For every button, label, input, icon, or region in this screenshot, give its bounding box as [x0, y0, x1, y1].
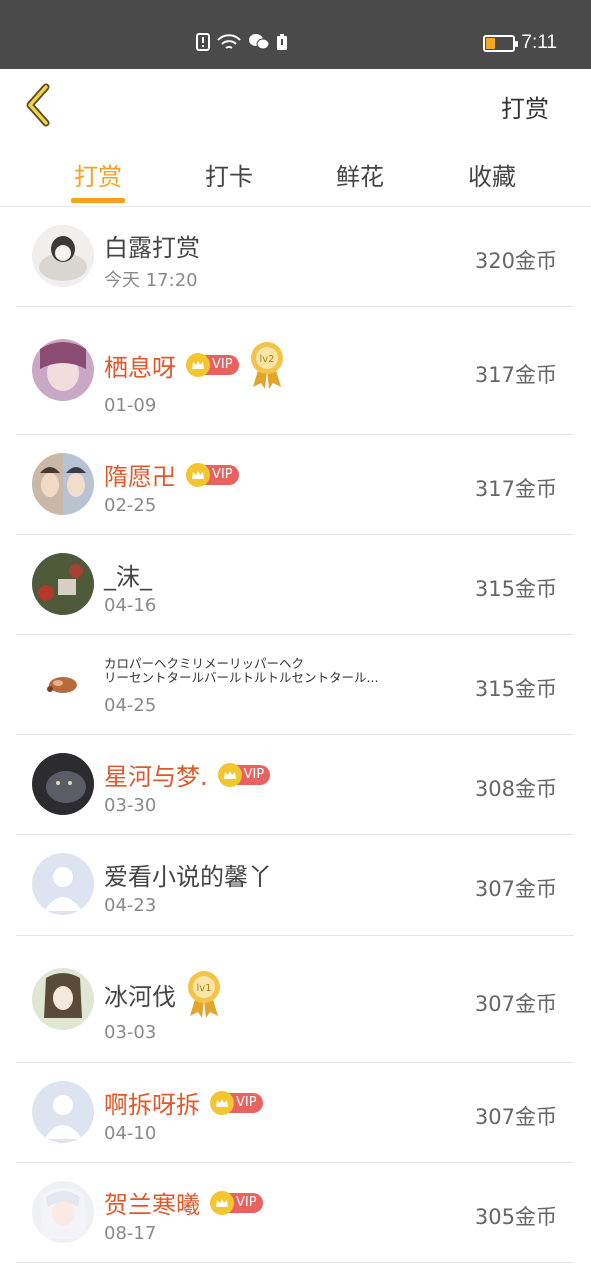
header: 打赏	[0, 69, 591, 141]
medal-lv2-icon: lv2	[249, 341, 285, 389]
user-name: 爱看小说的馨丫	[104, 863, 272, 891]
tab-flowers[interactable]: 鲜花	[315, 157, 405, 192]
user-name: 白露打赏	[104, 234, 200, 262]
tab-bar: 打赏 打卡 鲜花 收藏	[0, 141, 591, 207]
avatar	[32, 753, 94, 815]
battery-saver-icon	[276, 33, 288, 56]
user-name-row: 冰河伐 lv1	[104, 970, 222, 1018]
chevron-left-icon	[26, 83, 50, 127]
reward-amount: 317金币	[474, 477, 557, 501]
back-button[interactable]	[22, 83, 58, 127]
reward-date: 04-25	[104, 695, 157, 716]
reward-date: 08-17	[104, 1223, 157, 1244]
crown-icon	[186, 353, 210, 377]
avatar	[32, 339, 94, 401]
user-name: 隋愿卍	[104, 463, 176, 491]
list-item[interactable]: 爱看小说的馨丫 04-23 307金币	[16, 835, 574, 936]
user-name-row: 星河与梦. VIP	[104, 757, 271, 792]
user-name-row: 贺兰寒曦 VIP	[104, 1185, 263, 1220]
reward-amount: 307金币	[474, 992, 557, 1016]
reward-date: 04-16	[104, 595, 157, 616]
reward-amount: 315金币	[474, 677, 557, 701]
reward-amount: 320金币	[474, 249, 557, 273]
avatar	[32, 225, 94, 287]
wechat-icon	[248, 33, 270, 56]
vip-badge: VIP	[210, 1190, 263, 1215]
user-name: 星河与梦.	[104, 763, 208, 791]
user-name: _沫_	[104, 563, 152, 591]
avatar	[32, 653, 94, 715]
crown-icon	[210, 1190, 234, 1215]
user-name-row: 隋愿卍 VIP	[104, 457, 239, 492]
page-title[interactable]: 打赏	[501, 89, 549, 124]
reward-date: 04-10	[104, 1123, 157, 1144]
list-item[interactable]: 贺兰寒曦 VIP 08-17 305金币	[16, 1163, 574, 1263]
clock: 7:11	[521, 32, 557, 53]
user-name: 啊拆呀拆	[104, 1091, 200, 1119]
list-item[interactable]: カロパーヘクミリメーリッパーヘク リーセントタールバールトルトルセントタール..…	[16, 635, 574, 735]
user-name: 冰河伐	[104, 982, 176, 1011]
vip-badge: VIP	[217, 762, 271, 787]
list-item[interactable]: 星河与梦. VIP 03-30 308金币	[16, 735, 574, 835]
vip-badge: VIP	[210, 1090, 263, 1115]
vip-badge: VIP	[186, 462, 239, 487]
list-item[interactable]: 冰河伐 lv1 03-03 307金币	[16, 936, 574, 1063]
vip-badge: VIP	[186, 353, 239, 377]
reward-date: 03-30	[104, 795, 157, 816]
reward-amount: 315金币	[474, 577, 557, 601]
reward-date: 04-23	[104, 895, 157, 916]
reward-amount: 307金币	[474, 877, 557, 901]
user-name-row: 栖息呀 VIP lv2	[104, 341, 285, 389]
crown-icon	[210, 1090, 234, 1115]
avatar	[32, 853, 94, 915]
tab-favorites[interactable]: 收藏	[447, 157, 537, 192]
alert-icon	[196, 33, 210, 56]
medal-lv1-icon: lv1	[186, 970, 222, 1018]
status-right: 7:11	[483, 32, 557, 54]
user-name: 贺兰寒曦	[104, 1191, 200, 1219]
list-item[interactable]: 栖息呀 VIP lv2 01-09 317金币	[16, 307, 574, 435]
avatar	[32, 1181, 94, 1243]
user-name: カロパーヘクミリメーリッパーヘク リーセントタールバールトルトルセントタール..…	[104, 656, 379, 685]
reward-date: 02-25	[104, 495, 157, 516]
crown-icon	[217, 762, 242, 787]
user-name-row: 啊拆呀拆 VIP	[104, 1085, 263, 1120]
avatar	[32, 453, 94, 515]
user-name: 栖息呀	[104, 353, 176, 382]
status-bar: 7:11	[0, 0, 591, 69]
wifi-icon	[216, 33, 242, 56]
reward-date: 01-09	[104, 395, 157, 416]
crown-icon	[186, 462, 210, 487]
list-item[interactable]: 啊拆呀拆 VIP 04-10 307金币	[16, 1063, 574, 1163]
avatar	[32, 1081, 94, 1143]
tab-reward[interactable]: 打赏	[53, 157, 143, 192]
avatar	[32, 968, 94, 1030]
reward-date: 03-03	[104, 1022, 157, 1043]
list-item[interactable]: 隋愿卍 VIP 02-25 317金币	[16, 435, 574, 535]
tab-active-indicator	[71, 198, 125, 203]
avatar	[32, 553, 94, 615]
tab-checkin[interactable]: 打卡	[184, 157, 274, 192]
svg-text:lv1: lv1	[196, 983, 211, 994]
list-item[interactable]: _沫_ 04-16 315金币	[16, 535, 574, 635]
reward-amount: 307金币	[474, 1105, 557, 1129]
battery-icon	[483, 34, 519, 52]
status-icons	[196, 33, 288, 56]
reward-amount: 317金币	[474, 363, 557, 387]
list-item[interactable]: 白露打赏 今天 17:20 320金币	[16, 208, 574, 307]
svg-text:lv2: lv2	[259, 354, 274, 365]
reward-amount: 308金币	[474, 777, 557, 801]
reward-list: 白露打赏 今天 17:20 320金币 栖息呀 VIP lv2 01-09 31…	[16, 208, 574, 1263]
reward-date: 今天 17:20	[104, 270, 198, 291]
reward-amount: 305金币	[474, 1205, 557, 1229]
